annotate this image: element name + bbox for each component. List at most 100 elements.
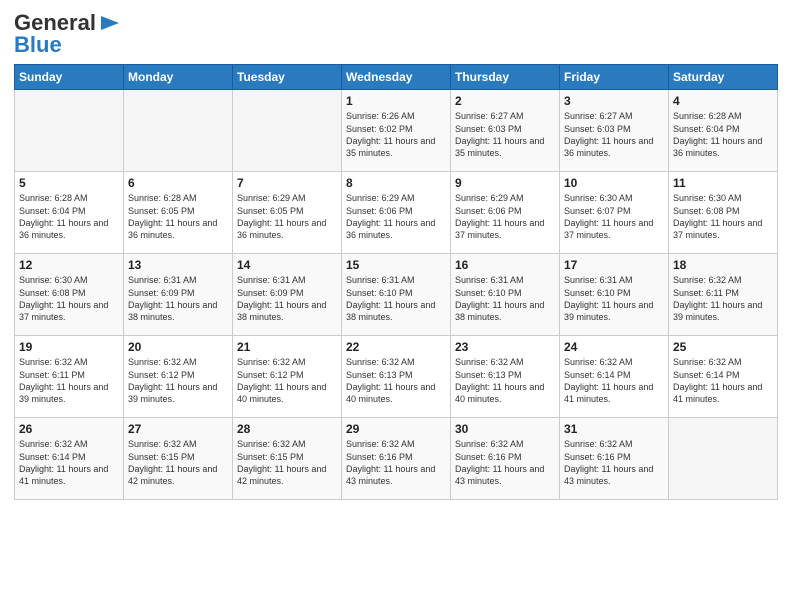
cell-content: Sunrise: 6:32 AM Sunset: 6:15 PM Dayligh… bbox=[128, 438, 228, 487]
cell-content: Sunrise: 6:32 AM Sunset: 6:12 PM Dayligh… bbox=[237, 356, 337, 405]
calendar-cell: 15 Sunrise: 6:31 AM Sunset: 6:10 PM Dayli… bbox=[342, 254, 451, 336]
cell-content: Sunrise: 6:32 AM Sunset: 6:14 PM Dayligh… bbox=[673, 356, 773, 405]
day-number: 26 bbox=[19, 422, 119, 436]
calendar-cell: 3Sunrise: 6:27 AM Sunset: 6:03 PM Daylig… bbox=[560, 90, 669, 172]
logo-general: General bbox=[14, 10, 96, 35]
cell-content: Sunrise: 6:32 AM Sunset: 6:14 PM Dayligh… bbox=[19, 438, 119, 487]
day-header-sunday: Sunday bbox=[15, 65, 124, 90]
day-number: 5 bbox=[19, 176, 119, 190]
calendar-week-3: 12 Sunrise: 6:30 AM Sunset: 6:08 PM Dayli… bbox=[15, 254, 778, 336]
cell-content: Sunrise: 6:32 AM Sunset: 6:16 PM Dayligh… bbox=[346, 438, 446, 487]
cell-content: Sunrise: 6:32 AM Sunset: 6:15 PM Dayligh… bbox=[237, 438, 337, 487]
cell-content: Sunrise: 6:32 AM Sunset: 6:12 PM Dayligh… bbox=[128, 356, 228, 405]
day-number: 21 bbox=[237, 340, 337, 354]
calendar-cell: 12 Sunrise: 6:30 AM Sunset: 6:08 PM Dayli… bbox=[15, 254, 124, 336]
day-number: 12 bbox=[19, 258, 119, 272]
cell-content: Sunrise: 6:31 AM Sunset: 6:09 PM Dayligh… bbox=[128, 274, 228, 323]
calendar-cell: 14 Sunrise: 6:31 AM Sunset: 6:09 PM Dayli… bbox=[233, 254, 342, 336]
day-number: 27 bbox=[128, 422, 228, 436]
cell-content: Sunrise: 6:29 AM Sunset: 6:06 PM Dayligh… bbox=[346, 192, 446, 241]
calendar-week-5: 26 Sunrise: 6:32 AM Sunset: 6:14 PM Dayli… bbox=[15, 418, 778, 500]
day-number: 16 bbox=[455, 258, 555, 272]
cell-content: Sunrise: 6:29 AM Sunset: 6:05 PM Dayligh… bbox=[237, 192, 337, 241]
calendar-cell: 8 Sunrise: 6:29 AM Sunset: 6:06 PM Daylig… bbox=[342, 172, 451, 254]
day-header-thursday: Thursday bbox=[451, 65, 560, 90]
day-header-tuesday: Tuesday bbox=[233, 65, 342, 90]
cell-content: Sunrise: 6:32 AM Sunset: 6:14 PM Dayligh… bbox=[564, 356, 664, 405]
day-number: 4 bbox=[673, 94, 773, 108]
day-number: 15 bbox=[346, 258, 446, 272]
header: General Blue bbox=[14, 10, 778, 56]
day-header-wednesday: Wednesday bbox=[342, 65, 451, 90]
calendar-cell: 2 Sunrise: 6:27 AM Sunset: 6:03 PM Daylig… bbox=[451, 90, 560, 172]
calendar-cell: 23 Sunrise: 6:32 AM Sunset: 6:13 PM Dayli… bbox=[451, 336, 560, 418]
calendar-cell: 4 Sunrise: 6:28 AM Sunset: 6:04 PM Daylig… bbox=[669, 90, 778, 172]
calendar-cell bbox=[233, 90, 342, 172]
day-number: 2 bbox=[455, 94, 555, 108]
cell-content: Sunrise: 6:32 AM Sunset: 6:13 PM Dayligh… bbox=[346, 356, 446, 405]
day-number: 10 bbox=[564, 176, 664, 190]
calendar-cell: 28 Sunrise: 6:32 AM Sunset: 6:15 PM Dayli… bbox=[233, 418, 342, 500]
day-number: 19 bbox=[19, 340, 119, 354]
day-number: 1 bbox=[346, 94, 446, 108]
cell-content: Sunrise: 6:31 AM Sunset: 6:09 PM Dayligh… bbox=[237, 274, 337, 323]
cell-content: Sunrise: 6:32 AM Sunset: 6:11 PM Dayligh… bbox=[19, 356, 119, 405]
calendar-cell: 21 Sunrise: 6:32 AM Sunset: 6:12 PM Dayli… bbox=[233, 336, 342, 418]
cell-content: Sunrise: 6:31 AM Sunset: 6:10 PM Dayligh… bbox=[455, 274, 555, 323]
cell-content: Sunrise: 6:30 AM Sunset: 6:08 PM Dayligh… bbox=[19, 274, 119, 323]
calendar-cell: 30Sunrise: 6:32 AM Sunset: 6:16 PM Dayli… bbox=[451, 418, 560, 500]
cell-content: Sunrise: 6:31 AM Sunset: 6:10 PM Dayligh… bbox=[564, 274, 664, 323]
calendar: SundayMondayTuesdayWednesdayThursdayFrid… bbox=[14, 64, 778, 500]
day-number: 7 bbox=[237, 176, 337, 190]
day-number: 23 bbox=[455, 340, 555, 354]
calendar-cell: 18 Sunrise: 6:32 AM Sunset: 6:11 PM Dayli… bbox=[669, 254, 778, 336]
cell-content: Sunrise: 6:32 AM Sunset: 6:16 PM Dayligh… bbox=[564, 438, 664, 487]
calendar-cell: 1 Sunrise: 6:26 AM Sunset: 6:02 PM Daylig… bbox=[342, 90, 451, 172]
calendar-cell bbox=[669, 418, 778, 500]
calendar-cell bbox=[15, 90, 124, 172]
cell-content: Sunrise: 6:27 AM Sunset: 6:03 PM Dayligh… bbox=[564, 110, 664, 159]
calendar-cell: 20Sunrise: 6:32 AM Sunset: 6:12 PM Dayli… bbox=[124, 336, 233, 418]
day-header-saturday: Saturday bbox=[669, 65, 778, 90]
day-number: 29 bbox=[346, 422, 446, 436]
cell-content: Sunrise: 6:28 AM Sunset: 6:05 PM Dayligh… bbox=[128, 192, 228, 241]
day-number: 25 bbox=[673, 340, 773, 354]
calendar-cell: 16 Sunrise: 6:31 AM Sunset: 6:10 PM Dayli… bbox=[451, 254, 560, 336]
day-number: 14 bbox=[237, 258, 337, 272]
calendar-cell: 22 Sunrise: 6:32 AM Sunset: 6:13 PM Dayli… bbox=[342, 336, 451, 418]
cell-content: Sunrise: 6:27 AM Sunset: 6:03 PM Dayligh… bbox=[455, 110, 555, 159]
day-number: 18 bbox=[673, 258, 773, 272]
cell-content: Sunrise: 6:32 AM Sunset: 6:11 PM Dayligh… bbox=[673, 274, 773, 323]
calendar-cell: 26 Sunrise: 6:32 AM Sunset: 6:14 PM Dayli… bbox=[15, 418, 124, 500]
cell-content: Sunrise: 6:28 AM Sunset: 6:04 PM Dayligh… bbox=[673, 110, 773, 159]
day-number: 24 bbox=[564, 340, 664, 354]
calendar-cell bbox=[124, 90, 233, 172]
logo-flag-icon bbox=[99, 14, 121, 32]
cell-content: Sunrise: 6:30 AM Sunset: 6:08 PM Dayligh… bbox=[673, 192, 773, 241]
cell-content: Sunrise: 6:29 AM Sunset: 6:06 PM Dayligh… bbox=[455, 192, 555, 241]
logo-blue: Blue bbox=[14, 34, 121, 56]
calendar-cell: 31 Sunrise: 6:32 AM Sunset: 6:16 PM Dayli… bbox=[560, 418, 669, 500]
day-number: 30 bbox=[455, 422, 555, 436]
calendar-week-1: 1 Sunrise: 6:26 AM Sunset: 6:02 PM Daylig… bbox=[15, 90, 778, 172]
cell-content: Sunrise: 6:31 AM Sunset: 6:10 PM Dayligh… bbox=[346, 274, 446, 323]
calendar-cell: 9Sunrise: 6:29 AM Sunset: 6:06 PM Daylig… bbox=[451, 172, 560, 254]
calendar-cell: 24 Sunrise: 6:32 AM Sunset: 6:14 PM Dayli… bbox=[560, 336, 669, 418]
calendar-week-2: 5Sunrise: 6:28 AM Sunset: 6:04 PM Daylig… bbox=[15, 172, 778, 254]
day-number: 22 bbox=[346, 340, 446, 354]
cell-content: Sunrise: 6:32 AM Sunset: 6:13 PM Dayligh… bbox=[455, 356, 555, 405]
calendar-cell: 25 Sunrise: 6:32 AM Sunset: 6:14 PM Dayli… bbox=[669, 336, 778, 418]
logo: General Blue bbox=[14, 10, 121, 56]
day-number: 11 bbox=[673, 176, 773, 190]
calendar-cell: 29 Sunrise: 6:32 AM Sunset: 6:16 PM Dayli… bbox=[342, 418, 451, 500]
calendar-cell: 7 Sunrise: 6:29 AM Sunset: 6:05 PM Daylig… bbox=[233, 172, 342, 254]
day-number: 31 bbox=[564, 422, 664, 436]
calendar-header-row: SundayMondayTuesdayWednesdayThursdayFrid… bbox=[15, 65, 778, 90]
day-number: 8 bbox=[346, 176, 446, 190]
day-number: 28 bbox=[237, 422, 337, 436]
day-number: 17 bbox=[564, 258, 664, 272]
cell-content: Sunrise: 6:26 AM Sunset: 6:02 PM Dayligh… bbox=[346, 110, 446, 159]
calendar-cell: 17 Sunrise: 6:31 AM Sunset: 6:10 PM Dayli… bbox=[560, 254, 669, 336]
day-header-friday: Friday bbox=[560, 65, 669, 90]
page: General Blue SundayMondayTuesdayWednesda… bbox=[0, 0, 792, 612]
